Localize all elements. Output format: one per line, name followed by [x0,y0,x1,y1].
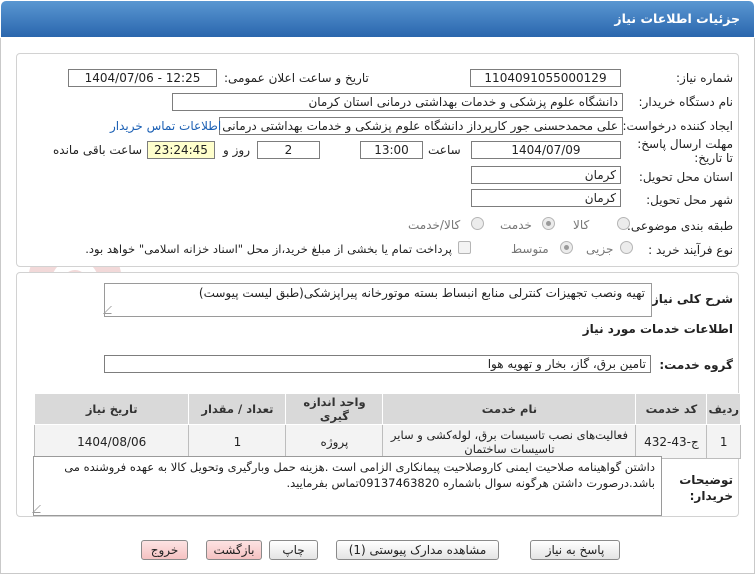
deadline-date-field[interactable]: 1404/07/09 [471,141,621,159]
category-option-goods-service: کالا/خدمت [408,218,461,232]
buyer-label: نام دستگاه خریدار: [638,95,734,109]
col-code: کد خدمت [635,393,708,425]
category-radio-service[interactable] [542,217,555,230]
province-field[interactable]: کرمان [471,166,621,184]
treasury-payment-note: پرداخت تمام یا بخشی از مبلغ خرید،از محل … [85,242,452,256]
announce-date-field[interactable]: 1404/07/06 - 12:25 [68,69,217,87]
cell-code: ج-43-432 [635,424,708,459]
summary-textarea[interactable]: تهیه ونصب تجهیزات کنترلی منابع انبساط بس… [103,283,652,317]
creator-label: ایجاد کننده درخواست: [622,119,733,133]
creator-field[interactable]: علی محمدحسنی جور کارپرداز دانشگاه علوم پ… [219,117,623,135]
table-row: 1 ج-43-432 فعالیت‌های نصب تاسیسات برق، ل… [33,424,741,459]
city-label: شهر محل تحویل: [646,193,733,207]
cell-qty: 1 [188,424,287,459]
col-unit: واحد اندازه گیری [285,393,384,425]
process-option-minor: جزیی [586,242,614,256]
resize-handle-icon[interactable] [32,505,48,513]
view-attachments-button[interactable]: مشاهده مدارک پیوستی (1) [336,540,499,560]
need-number-field[interactable]: 1104091055000129 [470,69,621,87]
process-radio-medium[interactable] [560,241,573,254]
col-row: ردیف [706,393,741,425]
category-label: طبقه بندی موضوعی: [626,219,733,233]
treasury-payment-checkbox[interactable] [458,241,471,254]
cell-unit: پروژه [285,424,384,459]
services-heading: اطلاعات خدمات مورد نیاز [582,322,733,336]
exit-button[interactable]: خروج [141,540,188,560]
city-field[interactable]: کرمان [471,189,621,207]
remaining-days-field[interactable]: 2 [257,141,320,159]
summary-label: شرح کلی نیاز: [647,292,733,306]
deadline-time-label: ساعت [428,143,461,157]
process-radio-minor[interactable] [620,241,633,254]
resize-handle-icon[interactable] [103,306,119,314]
cell-date: 1404/08/06 [33,424,190,459]
buyer-contact-link[interactable]: اطلاعات تماس خریدار [110,119,221,133]
cell-name: فعالیت‌های نصب تاسیسات برق، لوله‌کشی و س… [382,424,637,459]
province-label: استان محل تحویل: [638,170,733,184]
col-date: تاریخ نیاز [33,393,190,425]
buyer-notes-label: توضیحات خریدار: [679,473,733,503]
print-button[interactable]: چاپ [269,540,318,560]
col-qty: تعداد / مقدار [188,393,287,425]
table-header-row: ردیف کد خدمت نام خدمت واحد اندازه گیری ت… [33,393,741,425]
process-option-medium: متوسط [511,242,549,256]
days-label: روز و [223,143,250,157]
page-header: جزئیات اطلاعات نیاز [1,1,754,37]
process-label: نوع فرآیند خرید : [648,243,733,257]
remaining-time-label: ساعت باقی مانده [53,143,143,157]
category-option-goods: کالا [573,218,590,232]
buyer-notes-text: داشتن گواهینامه صلاحیت ایمنی کاروصلاحیت … [64,460,655,490]
buyer-field[interactable]: دانشگاه علوم پزشکی و خدمات بهداشتی درمان… [172,93,623,111]
cell-row: 1 [706,424,741,459]
back-button[interactable]: بازگشت [206,540,262,560]
deadline-label: مهلت ارسال پاسخ: تا تاریخ: [637,137,733,165]
services-table: ردیف کد خدمت نام خدمت واحد اندازه گیری ت… [33,393,741,459]
announce-date-label: تاریخ و ساعت اعلان عمومی: [224,71,369,85]
service-group-label: گروه خدمت: [659,358,733,372]
buyer-notes-textarea[interactable]: داشتن گواهینامه صلاحیت ایمنی کاروصلاحیت … [32,456,662,516]
summary-text: تهیه ونصب تجهیزات کنترلی منابع انبساط بس… [198,286,645,300]
page-title: جزئیات اطلاعات نیاز [614,11,740,26]
category-radio-goods-service[interactable] [471,217,484,230]
category-option-service: خدمت [500,218,532,232]
deadline-time-field[interactable]: 13:00 [360,141,423,159]
category-radio-goods[interactable] [617,217,630,230]
reply-to-need-button[interactable]: پاسخ به نیاز [530,540,620,560]
need-number-label: شماره نیاز: [676,71,733,85]
remaining-time-field[interactable]: 23:24:45 [147,141,215,159]
service-group-field[interactable]: تامین برق، گاز، بخار و تهویه هوا [104,355,651,373]
col-name: نام خدمت [382,393,637,425]
